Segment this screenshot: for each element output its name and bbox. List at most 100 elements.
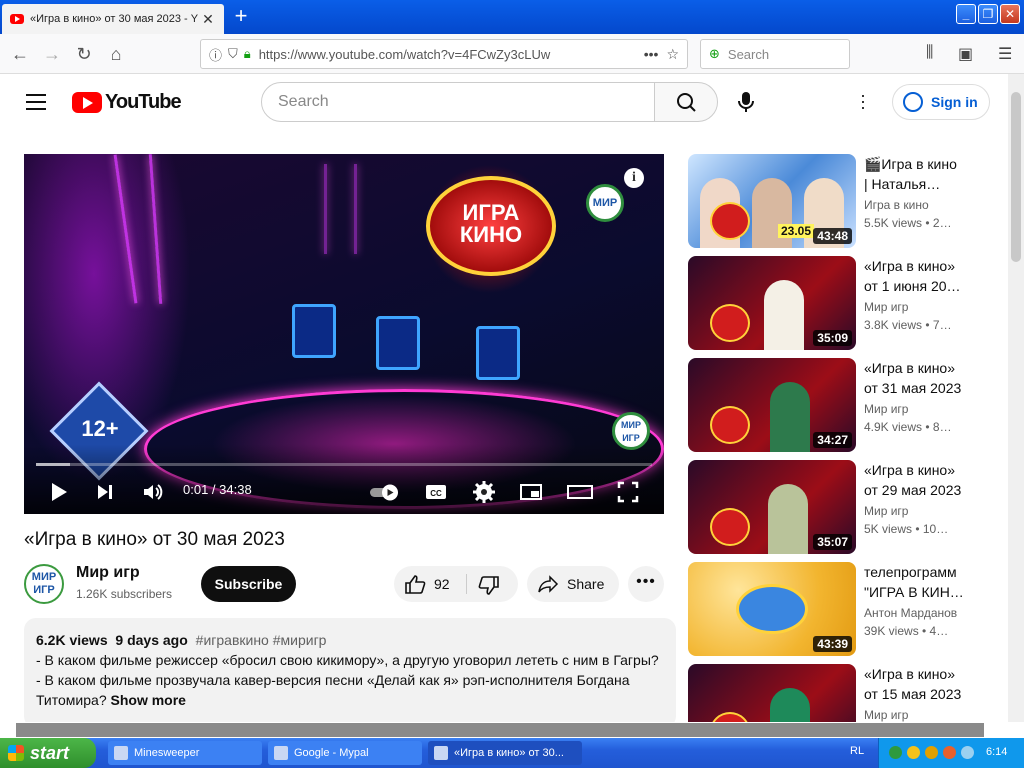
related-title[interactable]: «Игра в кино» от 31 мая 2023 (864, 358, 974, 398)
show-more-button[interactable]: Show more (111, 692, 186, 708)
video-thumbnail[interactable]: 23.05 43:48 (688, 154, 856, 248)
vertical-scroll-thumb[interactable] (1011, 92, 1021, 262)
related-title[interactable]: 🎬Игра в кино | Наталья… (864, 154, 974, 194)
progress-bar[interactable] (36, 463, 652, 466)
youtube-search-button[interactable] (654, 82, 718, 122)
related-title[interactable]: «Игра в кино» от 1 июня 20… (864, 256, 974, 296)
video-thumbnail[interactable]: 34:27 (688, 358, 856, 452)
youtube-favicon-icon (10, 14, 24, 24)
browser-tab-active[interactable]: «Игра в кино» от 30 мая 2023 - Y ✕ (2, 4, 224, 34)
menu-icon[interactable]: ☰ (998, 44, 1012, 64)
related-channel[interactable]: Мир игр (864, 504, 908, 518)
next-button[interactable] (94, 480, 116, 504)
related-channel[interactable]: Мир игр (864, 402, 908, 416)
taskbar-item-minesweeper[interactable]: Minesweeper (108, 741, 262, 765)
tray-shield-icon[interactable] (907, 746, 920, 759)
horizontal-scrollbar[interactable] (0, 722, 1024, 738)
video-player[interactable]: ИГРА КИНО МИР МИР ИГР i 12+ 0:01 / 34:38… (24, 154, 664, 514)
related-video[interactable]: «Игра в кино» от 15 мая 2023 Мир игр (688, 664, 988, 722)
related-title[interactable]: «Игра в кино» от 15 мая 2023 (864, 664, 974, 704)
hashtags[interactable]: #игравкино #миригр (196, 632, 327, 648)
dislike-icon[interactable] (478, 576, 500, 596)
related-video[interactable]: 43:39 телепрограмм "ИГРА В КИН… Антон Ма… (688, 562, 988, 658)
related-video[interactable]: 35:07 «Игра в кино» от 29 мая 2023 Мир и… (688, 460, 988, 556)
bookmark-star-icon[interactable]: ☆ (666, 46, 679, 63)
video-thumbnail[interactable]: 43:39 (688, 562, 856, 656)
browser-search-field[interactable]: ⊕ Search (700, 39, 850, 69)
sidebar-icon[interactable]: ▣ (958, 44, 973, 64)
volume-button[interactable] (142, 480, 164, 504)
back-button[interactable]: ← (8, 42, 32, 66)
start-button[interactable]: start (0, 738, 96, 768)
fullscreen-button[interactable] (616, 480, 640, 504)
youtube-logo[interactable]: YouTube (72, 91, 182, 114)
theater-mode-button[interactable] (567, 480, 593, 504)
stage-podium (292, 304, 336, 358)
taskbar-clock[interactable]: 6:14 (986, 746, 1007, 758)
more-actions-button[interactable]: ••• (628, 566, 664, 602)
account-icon (903, 92, 923, 112)
horizontal-scroll-thumb[interactable] (16, 723, 984, 737)
vertical-scrollbar[interactable] (1008, 74, 1024, 722)
library-icon[interactable]: ⫼ (926, 44, 933, 62)
autoplay-toggle[interactable] (368, 480, 402, 504)
captions-button[interactable]: CC (424, 480, 448, 504)
settings-button[interactable] (472, 480, 496, 504)
tray-volume-icon[interactable] (961, 746, 974, 759)
close-window-button[interactable]: ✕ (1000, 4, 1020, 24)
tray-network-icon[interactable] (889, 746, 902, 759)
youtube-search-input[interactable]: Search (261, 82, 655, 122)
microphone-icon[interactable] (736, 91, 756, 113)
info-icon[interactable]: i (624, 168, 644, 188)
tab-close-icon[interactable]: ✕ (200, 11, 216, 28)
subscribe-button[interactable]: Subscribe (201, 566, 296, 602)
show-badge (710, 712, 750, 722)
page-actions-icon[interactable]: ••• (644, 46, 659, 62)
play-button[interactable] (48, 480, 70, 504)
description-box[interactable]: 6.2K views 9 days ago #игравкино #миригр… (24, 618, 676, 722)
video-title: «Игра в кино» от 30 мая 2023 (24, 529, 285, 550)
channel-name[interactable]: Мир игр (76, 564, 140, 582)
reload-button[interactable]: ↻ (72, 42, 96, 66)
related-video[interactable]: 23.05 43:48 🎬Игра в кино | Наталья… Игра… (688, 154, 988, 250)
related-channel[interactable]: Игра в кино (864, 198, 929, 212)
guide-menu-icon[interactable] (26, 94, 46, 115)
sign-in-button[interactable]: Sign in (892, 84, 990, 120)
site-info-icon[interactable]: ⓘ (209, 45, 222, 64)
tracking-protection-icon[interactable]: ⛉ (228, 46, 238, 62)
new-tab-button[interactable]: + (230, 5, 252, 28)
related-channel[interactable]: Антон Марданов (864, 606, 957, 620)
restore-button[interactable]: ❐ (978, 4, 998, 24)
duration-badge: 34:27 (813, 432, 852, 448)
taskbar-item-mypal[interactable]: Google - Mypal (268, 741, 422, 765)
share-label[interactable]: Share (567, 576, 604, 592)
tray-update-icon[interactable] (943, 746, 956, 759)
browser-titlebar: «Игра в кино» от 30 мая 2023 - Y ✕ + _ ❐… (0, 0, 1024, 34)
taskbar-item-label: Minesweeper (134, 747, 200, 759)
minimize-button[interactable]: _ (956, 4, 976, 24)
forward-button[interactable]: → (40, 42, 64, 66)
url-text[interactable]: https://www.youtube.com/watch?v=4FCwZy3c… (259, 47, 636, 62)
taskbar-item-youtube-video[interactable]: «Игра в кино» от 30... (428, 741, 582, 765)
related-video[interactable]: 34:27 «Игра в кино» от 31 мая 2023 Мир и… (688, 358, 988, 454)
related-channel[interactable]: Мир игр (864, 708, 908, 722)
tray-key-icon[interactable] (925, 746, 938, 759)
miniplayer-button[interactable] (519, 480, 543, 504)
related-title[interactable]: «Игра в кино» от 29 мая 2023 (864, 460, 974, 500)
related-video[interactable]: 35:09 «Игра в кино» от 1 июня 20… Мир иг… (688, 256, 988, 352)
video-thumbnail[interactable]: 35:07 (688, 460, 856, 554)
home-button[interactable]: ⌂ (104, 42, 128, 66)
video-thumbnail[interactable] (688, 664, 856, 722)
like-icon[interactable] (404, 574, 426, 594)
address-bar[interactable]: ⓘ ⛉ 🔒︎ https://www.youtube.com/watch?v=4… (200, 39, 688, 69)
description-line: Титомира? (36, 692, 107, 708)
show-logo-badge (736, 584, 808, 634)
related-channel[interactable]: Мир игр (864, 300, 908, 314)
video-thumbnail[interactable]: 35:09 (688, 256, 856, 350)
channel-avatar[interactable]: МИР ИГР (24, 564, 64, 604)
settings-dots-icon[interactable]: · · · (858, 86, 868, 116)
like-count[interactable]: 92 (434, 576, 450, 592)
language-indicator[interactable]: RL (850, 745, 864, 757)
browser-toolbar: ← → ↻ ⌂ ⓘ ⛉ 🔒︎ https://www.youtube.com/w… (0, 34, 1024, 74)
related-title[interactable]: телепрограмм "ИГРА В КИН… (864, 562, 974, 602)
